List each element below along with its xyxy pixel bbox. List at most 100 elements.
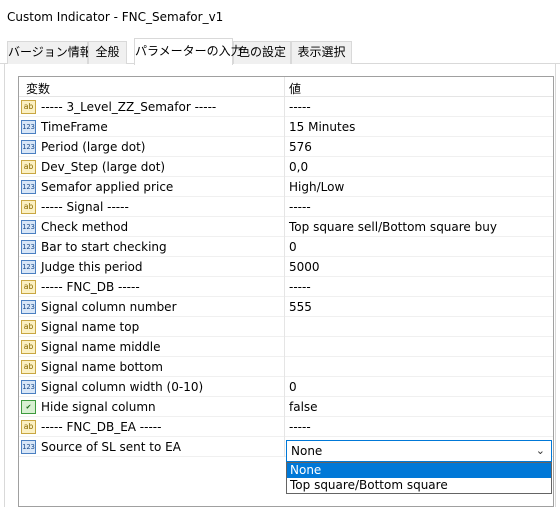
name-cell: 123 Signal column width (0-10) [19, 377, 285, 397]
parameter-name: Source of SL sent to EA [41, 440, 181, 454]
tab-parameters[interactable]: パラメーターの入力 [134, 38, 243, 65]
text-type-icon: ab [21, 280, 36, 294]
parameter-name: Bar to start checking [41, 240, 167, 254]
name-cell: ab ----- Signal ----- [19, 197, 285, 217]
value-cell[interactable]: 0 [285, 377, 553, 397]
parameter-name: Signal name middle [41, 340, 161, 354]
parameter-value: Top square sell/Bottom square buy [289, 220, 497, 234]
text-type-icon: ab [21, 200, 36, 214]
table-row[interactable]: ab ----- FNC_DB_EA ----- ----- [19, 417, 553, 437]
number-type-icon: 123 [21, 260, 36, 274]
number-type-icon: 123 [21, 240, 36, 254]
number-type-icon: 123 [21, 300, 36, 314]
tab-version-info[interactable]: バージョン情報 [7, 41, 92, 64]
name-cell: ab ----- 3_Level_ZZ_Semafor ----- [19, 97, 285, 117]
name-cell: ✔ Hide signal column [19, 397, 285, 417]
number-type-icon: 123 [21, 440, 36, 454]
parameter-name: Judge this period [41, 260, 143, 274]
name-cell: 123 Period (large dot) [19, 137, 285, 157]
parameter-name: Signal name bottom [41, 360, 163, 374]
tab-general[interactable]: 全般 [88, 41, 127, 64]
parameter-value: High/Low [289, 180, 345, 194]
value-cell[interactable]: 0 [285, 237, 553, 257]
value-cell[interactable] [285, 337, 553, 357]
value-cell[interactable]: ----- [285, 97, 553, 117]
name-cell: 123 Judge this period [19, 257, 285, 277]
value-cell[interactable]: 0,0 [285, 157, 553, 177]
tab-display[interactable]: 表示選択 [291, 41, 352, 64]
grid-header: 変数 値 [19, 77, 553, 97]
value-cell[interactable]: 576 [285, 137, 553, 157]
parameter-name: Signal column width (0-10) [41, 380, 204, 394]
text-type-icon: ab [21, 320, 36, 334]
parameter-value: ----- [289, 100, 311, 114]
parameter-name: ----- Signal ----- [41, 200, 129, 214]
name-cell: ab Signal name bottom [19, 357, 285, 377]
value-cell[interactable]: ----- [285, 417, 553, 437]
table-row[interactable]: 123 Signal column number 555 [19, 297, 553, 317]
parameter-value: 0,0 [289, 160, 309, 174]
parameter-value: ----- [289, 280, 311, 294]
value-cell[interactable]: Top square sell/Bottom square buy [285, 217, 553, 237]
sl-source-dropdown[interactable]: None ⌄ [286, 440, 552, 462]
parameter-value: 555 [289, 300, 312, 314]
name-cell: ab Signal name middle [19, 337, 285, 357]
name-cell: ab Dev_Step (large dot) [19, 157, 285, 177]
table-row[interactable]: ab Signal name top [19, 317, 553, 337]
table-row[interactable]: 123 Semafor applied price High/Low [19, 177, 553, 197]
parameter-name: ----- 3_Level_ZZ_Semafor ----- [41, 100, 217, 114]
value-cell[interactable]: 555 [285, 297, 553, 317]
parameter-value: 0 [289, 380, 297, 394]
value-cell[interactable]: false [285, 397, 553, 417]
name-cell: 123 Semafor applied price [19, 177, 285, 197]
number-type-icon: 123 [21, 120, 36, 134]
dropdown-options-list: None Top square/Bottom square [286, 462, 552, 494]
parameter-name: ----- FNC_DB ----- [41, 280, 140, 294]
value-cell[interactable]: High/Low [285, 177, 553, 197]
table-row[interactable]: 123 Signal column width (0-10) 0 [19, 377, 553, 397]
name-cell: 123 TimeFrame [19, 117, 285, 137]
parameter-value: ----- [289, 200, 311, 214]
chevron-down-icon[interactable]: ⌄ [536, 444, 545, 457]
table-row[interactable]: 123 Judge this period 5000 [19, 257, 553, 277]
parameter-name: Semafor applied price [41, 180, 174, 194]
table-row[interactable]: ab ----- FNC_DB ----- ----- [19, 277, 553, 297]
parameter-value: 15 Minutes [289, 120, 356, 134]
text-type-icon: ab [21, 100, 36, 114]
name-cell: 123 Bar to start checking [19, 237, 285, 257]
text-type-icon: ab [21, 160, 36, 174]
table-row[interactable]: 123 Period (large dot) 576 [19, 137, 553, 157]
number-type-icon: 123 [21, 180, 36, 194]
parameter-name: TimeFrame [41, 120, 108, 134]
parameter-name: Hide signal column [41, 400, 156, 414]
parameter-value: 576 [289, 140, 312, 154]
table-row[interactable]: 123 Bar to start checking 0 [19, 237, 553, 257]
name-cell: ab ----- FNC_DB_EA ----- [19, 417, 285, 437]
value-cell[interactable]: 15 Minutes [285, 117, 553, 137]
value-cell[interactable]: 5000 [285, 257, 553, 277]
parameter-name: Check method [41, 220, 129, 234]
parameter-value: 5000 [289, 260, 320, 274]
dropdown-option-none[interactable]: None [287, 463, 551, 478]
value-cell[interactable]: ----- [285, 197, 553, 217]
header-value[interactable]: 値 [289, 80, 301, 97]
value-cell[interactable] [285, 317, 553, 337]
table-row[interactable]: 123 TimeFrame 15 Minutes [19, 117, 553, 137]
boolean-type-icon: ✔ [21, 400, 36, 414]
table-row[interactable]: ab ----- 3_Level_ZZ_Semafor ----- ----- [19, 97, 553, 117]
dropdown-option-top-bottom-square[interactable]: Top square/Bottom square [287, 478, 551, 493]
parameter-name: Dev_Step (large dot) [41, 160, 166, 174]
window-title: Custom Indicator - FNC_Semafor_v1 [7, 10, 224, 24]
parameter-value: ----- [289, 420, 311, 434]
dropdown-selected-value: None [291, 444, 323, 458]
table-row[interactable]: ab ----- Signal ----- ----- [19, 197, 553, 217]
table-row[interactable]: ab Dev_Step (large dot) 0,0 [19, 157, 553, 177]
table-row[interactable]: ab Signal name middle [19, 337, 553, 357]
table-row[interactable]: ✔ Hide signal column false [19, 397, 553, 417]
table-row[interactable]: 123 Check method Top square sell/Bottom sq… [19, 217, 553, 237]
parameter-name: Signal column number [41, 300, 177, 314]
value-cell[interactable]: ----- [285, 277, 553, 297]
value-cell[interactable] [285, 357, 553, 377]
header-variable[interactable]: 変数 [26, 80, 50, 97]
table-row[interactable]: ab Signal name bottom [19, 357, 553, 377]
